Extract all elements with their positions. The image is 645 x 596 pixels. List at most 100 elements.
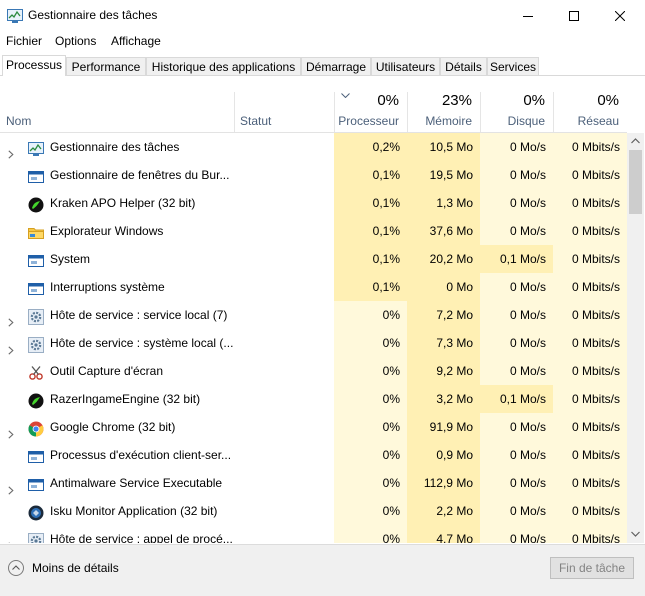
- process-name: Gestionnaire des tâches: [50, 140, 180, 154]
- cell-name: Isku Monitor Application (32 bit): [0, 497, 234, 525]
- column-cpu[interactable]: 0% Processeur: [334, 86, 407, 132]
- cell-cpu: 0%: [334, 441, 407, 469]
- minimize-button[interactable]: [505, 0, 551, 31]
- cell-disk: 0 Mo/s: [480, 133, 553, 161]
- cell-status: [234, 357, 334, 385]
- table-row[interactable]: Gestionnaire des tâches 0,2% 10,5 Mo 0 Mo/s…: [0, 133, 627, 161]
- maximize-button[interactable]: [551, 0, 597, 31]
- menu-options[interactable]: Options: [55, 34, 96, 48]
- cell-network: 0 Mbits/s: [553, 469, 627, 497]
- column-disk-label: Disque: [507, 114, 545, 128]
- network-total: 0%: [597, 92, 619, 109]
- cell-network: 0 Mbits/s: [553, 413, 627, 441]
- cell-network: 0 Mbits/s: [553, 161, 627, 189]
- cell-memory: 3,2 Mo: [407, 385, 480, 413]
- tab-processus[interactable]: Processus: [2, 55, 66, 76]
- table-row[interactable]: Google Chrome (32 bit) 0% 91,9 Mo 0 Mo/s 0 M…: [0, 413, 627, 441]
- disk-total: 0%: [523, 92, 545, 109]
- table-row[interactable]: Antimalware Service Executable 0% 112,9 Mo…: [0, 469, 627, 497]
- cell-cpu: 0,1%: [334, 189, 407, 217]
- cell-disk: 0 Mo/s: [480, 161, 553, 189]
- column-status[interactable]: Statut: [234, 86, 334, 132]
- tab-utilisateurs[interactable]: Utilisateurs: [371, 57, 440, 75]
- table-row[interactable]: Processus d'exécution client-ser... 0% 0,9…: [0, 441, 627, 469]
- cell-status: [234, 329, 334, 357]
- expand-chevron-icon[interactable]: [8, 142, 18, 161]
- expand-chevron-icon[interactable]: [8, 478, 18, 497]
- process-name: Processus d'exécution client-ser...: [50, 448, 232, 462]
- table-row[interactable]: System 0,1% 20,2 Mo 0,1 Mo/s 0 Mbits/s: [0, 245, 627, 273]
- menu-fichier[interactable]: Fichier: [6, 34, 42, 48]
- cell-cpu: 0,2%: [334, 133, 407, 161]
- tab-services[interactable]: Services: [487, 57, 539, 75]
- cell-network: 0 Mbits/s: [553, 217, 627, 245]
- menu-affichage[interactable]: Affichage: [111, 34, 161, 48]
- gear-icon: [28, 307, 44, 325]
- column-disk[interactable]: 0% Disque: [480, 86, 553, 132]
- cell-memory: 7,3 Mo: [407, 329, 480, 357]
- tab-details[interactable]: Détails: [440, 57, 487, 75]
- tab-historique[interactable]: Historique des applications: [146, 57, 301, 75]
- expand-chevron-icon[interactable]: [8, 338, 18, 357]
- scrollbar-thumb[interactable]: [629, 150, 642, 214]
- table-row[interactable]: Hôte de service : service local (7) 0% 7,2…: [0, 301, 627, 329]
- razer-icon: [28, 195, 44, 213]
- expand-chevron-icon[interactable]: [8, 534, 18, 543]
- process-list[interactable]: Gestionnaire des tâches 0,2% 10,5 Mo 0 Mo/s…: [0, 133, 627, 543]
- column-network-label: Réseau: [577, 114, 619, 128]
- expand-chevron-icon[interactable]: [8, 422, 18, 441]
- cell-network: 0 Mbits/s: [553, 497, 627, 525]
- table-row[interactable]: Gestionnaire de fenêtres du Bur... 0,1% 19…: [0, 161, 627, 189]
- table-row[interactable]: Hôte de service : système local (... 0% 7,…: [0, 329, 627, 357]
- cell-cpu: 0%: [334, 301, 407, 329]
- column-name[interactable]: Nom: [0, 86, 234, 132]
- vertical-scrollbar[interactable]: [627, 133, 644, 543]
- cell-status: [234, 441, 334, 469]
- scroll-down-icon[interactable]: [627, 526, 644, 543]
- fewer-details-link[interactable]: Moins de détails: [32, 561, 119, 575]
- window-app-icon: [28, 475, 44, 491]
- process-name: RazerIngameEngine (32 bit): [50, 392, 201, 406]
- cell-memory: 7,2 Mo: [407, 301, 480, 329]
- close-icon: [615, 10, 625, 21]
- end-task-button[interactable]: Fin de tâche: [550, 557, 634, 579]
- cell-cpu: 0,1%: [334, 273, 407, 301]
- window-title: Gestionnaire des tâches: [28, 8, 158, 22]
- process-name: Isku Monitor Application (32 bit): [50, 504, 218, 518]
- table-row[interactable]: Explorateur Windows 0,1% 37,6 Mo 0 Mo/s 0 Mb…: [0, 217, 627, 245]
- expand-chevron-icon[interactable]: [8, 310, 18, 329]
- close-button[interactable]: [597, 0, 643, 31]
- cell-cpu: 0%: [334, 385, 407, 413]
- tab-demarrage[interactable]: Démarrage: [301, 57, 371, 75]
- cell-name: RazerIngameEngine (32 bit): [0, 385, 234, 413]
- scroll-up-icon[interactable]: [627, 133, 644, 150]
- column-network[interactable]: 0% Réseau: [553, 86, 627, 132]
- column-status-label: Statut: [240, 114, 272, 128]
- cell-disk: 0 Mo/s: [480, 217, 553, 245]
- cell-network: 0 Mbits/s: [553, 133, 627, 161]
- cell-status: [234, 217, 334, 245]
- table-row[interactable]: Hôte de service : appel de procé... 0% 4,7…: [0, 525, 627, 543]
- cell-disk: 0,1 Mo/s: [480, 385, 553, 413]
- cell-memory: 2,2 Mo: [407, 497, 480, 525]
- tab-performance[interactable]: Performance: [66, 57, 146, 75]
- table-row[interactable]: Interruptions système 0,1% 0 Mo 0 Mo/s 0 Mbi…: [0, 273, 627, 301]
- table-row[interactable]: Isku Monitor Application (32 bit) 0% 2,2 M…: [0, 497, 627, 525]
- table-row[interactable]: RazerIngameEngine (32 bit) 0% 3,2 Mo 0,1 Mo…: [0, 385, 627, 413]
- cell-memory: 20,2 Mo: [407, 245, 480, 273]
- chevron-up-circle-icon[interactable]: [8, 560, 24, 576]
- gear-icon: [28, 531, 44, 543]
- cell-memory: 10,5 Mo: [407, 133, 480, 161]
- window-app-icon: [28, 447, 44, 463]
- cell-memory: 19,5 Mo: [407, 161, 480, 189]
- cell-status: [234, 161, 334, 189]
- cell-network: 0 Mbits/s: [553, 301, 627, 329]
- gear-icon: [28, 335, 44, 353]
- razer-icon: [28, 391, 44, 409]
- column-memory[interactable]: 23% Mémoire: [407, 86, 480, 132]
- table-row[interactable]: Outil Capture d'écran 0% 9,2 Mo 0 Mo/s 0 Mbi…: [0, 357, 627, 385]
- cell-disk: 0 Mo/s: [480, 301, 553, 329]
- cell-network: 0 Mbits/s: [553, 441, 627, 469]
- cell-name: Gestionnaire de fenêtres du Bur...: [0, 161, 234, 189]
- table-row[interactable]: Kraken APO Helper (32 bit) 0,1% 1,3 Mo 0 Mo…: [0, 189, 627, 217]
